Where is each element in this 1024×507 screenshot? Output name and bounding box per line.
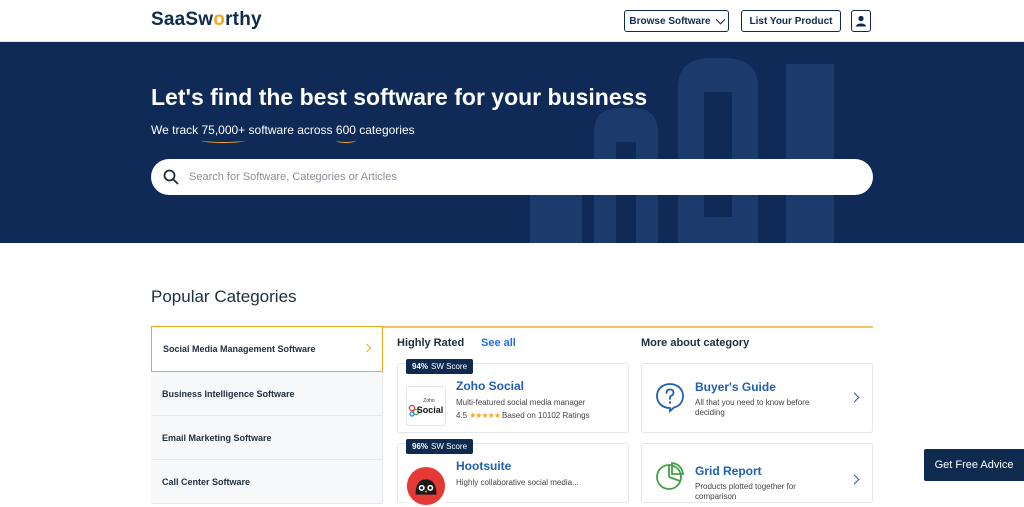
category-label: Call Center Software [162, 476, 251, 487]
grid-report-card[interactable]: Grid Report Products plotted together fo… [641, 443, 873, 503]
zoho-social-logo-graphic: Zoho Social [408, 398, 444, 417]
search-icon [163, 169, 179, 185]
buyers-guide-description: All that you need to know before decidin… [695, 398, 810, 417]
category-item-email-marketing[interactable]: Email Marketing Software [151, 416, 383, 460]
hootsuite-logo [406, 466, 446, 506]
grid-report-title: Grid Report [695, 464, 762, 478]
get-free-advice-button[interactable]: Get Free Advice [924, 449, 1024, 481]
pie-chart-icon [656, 462, 684, 490]
grid-report-description: Products plotted together for comparison [695, 482, 796, 501]
rating-value: 4.5 [456, 411, 468, 420]
category-item-business-intelligence[interactable]: Business Intelligence Software [151, 372, 383, 416]
category-label: Email Marketing Software [162, 432, 272, 443]
product-description: Highly collaborative social media... [456, 478, 579, 487]
chevron-right-icon [849, 392, 860, 403]
zoho-social-logo: Zoho Social [406, 386, 446, 426]
chevron-down-icon [715, 14, 726, 24]
category-item-call-center[interactable]: Call Center Software [151, 460, 383, 504]
logo-zoho-text: Zoho [423, 398, 435, 404]
see-all-link[interactable]: See all [481, 337, 516, 349]
product-name[interactable]: Hootsuite [456, 459, 511, 473]
subtitle-middle: software across [245, 123, 336, 137]
user-icon [856, 15, 866, 27]
decorative-bars-graphic [530, 58, 834, 243]
list-your-product-label: List Your Product [749, 15, 833, 27]
hero-title: Let's find the best software for your bu… [151, 84, 648, 110]
category-list: Social Media Management Software Busines… [151, 326, 383, 504]
sw-score-badge: 94% SW Score [406, 359, 474, 374]
owl-icon [406, 466, 446, 506]
product-name[interactable]: Zoho Social [456, 379, 524, 393]
popular-categories-title: Popular Categories [151, 287, 297, 306]
sw-score-value: 96% [412, 442, 429, 451]
search-bar[interactable] [151, 159, 873, 195]
sw-score-label: SW Score [431, 362, 468, 371]
sw-score-label: SW Score [431, 442, 468, 451]
category-label: Social Media Management Software [163, 344, 316, 354]
subtitle-prefix: We track [151, 123, 202, 137]
search-input[interactable] [189, 171, 829, 183]
logo-text-start: SaaSw [151, 9, 214, 30]
product-description: Multi-featured social media manager [456, 398, 586, 407]
chevron-right-icon [849, 474, 860, 485]
logo-social-text: Social [417, 405, 444, 415]
sw-score-badge: 96% SW Score [406, 439, 474, 454]
highly-rated-heading: Highly Rated [397, 337, 465, 349]
star-rating-icon: ★★★★★ [469, 411, 501, 420]
ratings-count: Based on 10102 Ratings [501, 411, 590, 420]
subtitle-suffix: categories [355, 123, 415, 137]
hero-banner: Let's find the best software for your bu… [0, 42, 1024, 243]
section-divider [383, 326, 873, 328]
category-item-social-media[interactable]: Social Media Management Software [151, 326, 383, 372]
category-count: 600 [335, 123, 356, 143]
buyers-guide-title: Buyer's Guide [695, 380, 776, 394]
top-header: SaaSworthy Browse Software List Your Pro… [0, 0, 1024, 42]
product-rating: 4.5 ★★★★★ Based on 10102 Ratings [456, 411, 590, 420]
logo-text-o: o [213, 9, 226, 30]
user-account-button[interactable] [851, 10, 871, 32]
more-about-category-heading: More about category [641, 337, 750, 349]
buyers-guide-card[interactable]: Buyer's Guide All that you need to know … [641, 363, 873, 433]
saasworthy-logo[interactable]: SaaSworthy [151, 9, 262, 31]
browse-software-label: Browse Software [629, 15, 711, 27]
sw-score-value: 94% [412, 362, 429, 371]
category-label: Business Intelligence Software [162, 388, 295, 399]
browse-software-button[interactable]: Browse Software [624, 10, 729, 32]
software-count: 75,000+ [201, 123, 246, 143]
list-your-product-button[interactable]: List Your Product [741, 10, 841, 32]
logo-text-end: rthy [225, 9, 262, 30]
hero-subtitle: We track 75,000+ software across 600 cat… [151, 123, 415, 143]
chevron-right-icon [362, 343, 372, 353]
question-bubble-icon [656, 383, 684, 413]
